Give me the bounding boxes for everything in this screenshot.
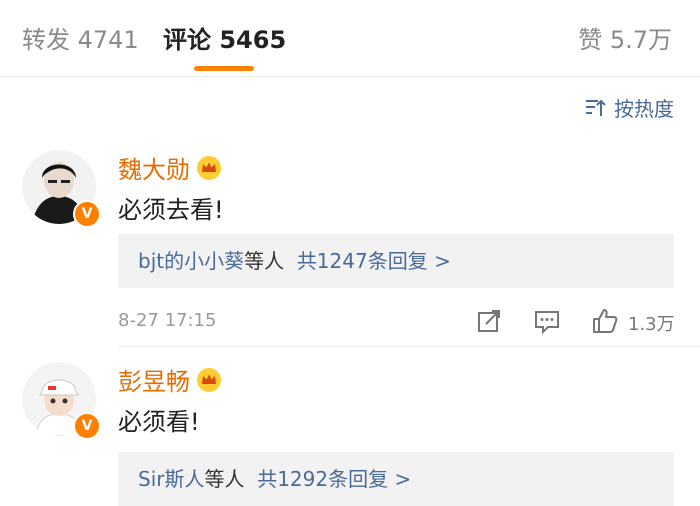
share-icon[interactable] [474, 306, 504, 336]
comment-time: 8-27 17:15 [118, 310, 217, 331]
verified-badge: V [73, 412, 101, 440]
reply-suffix: 等人 [204, 467, 245, 491]
verified-badge: V [73, 200, 101, 228]
replies-summary[interactable]: bjt的小小葵等人 共1247条回复 > [138, 234, 451, 288]
sort-icon [586, 99, 606, 116]
sort-by-hot-button[interactable]: 按热度 [584, 93, 674, 122]
sort-label: 按热度 [614, 97, 674, 121]
active-tab-indicator [194, 66, 254, 71]
reply-count-link[interactable]: 共1292条回复 > [257, 467, 411, 491]
verified-symbol: V [81, 206, 93, 222]
tab-likes[interactable]: 赞 5.7万 [578, 24, 672, 56]
author-name[interactable]: 魏大勋 [118, 150, 190, 185]
crown-icon [197, 367, 221, 392]
replies-summary[interactable]: Sir斯人等人 共1292条回复 > [138, 452, 411, 506]
comment-text: 必须去看! [118, 196, 224, 224]
replies-preview[interactable]: bjt的小小葵等人 共1247条回复 > [118, 234, 674, 288]
author-name[interactable]: 彭昱畅 [118, 362, 190, 397]
reply-suffix: 等人 [244, 249, 285, 273]
like-count: 1.3万 [628, 314, 675, 335]
comment-meta: 8-27 17:15 1.3万 [0, 304, 700, 344]
reply-users[interactable]: bjt的小小葵 [138, 249, 244, 273]
comment-divider [118, 346, 700, 347]
reply-users[interactable]: Sir斯人 [138, 467, 204, 491]
crown-icon [197, 155, 221, 180]
comment-text: 必须看! [118, 408, 200, 436]
comment-author[interactable]: 魏大勋 [118, 150, 222, 185]
tab-repost[interactable]: 转发 4741 [22, 24, 139, 56]
comment-icon[interactable] [532, 306, 562, 336]
like-icon[interactable] [590, 306, 620, 336]
tab-comments[interactable]: 评论 5465 [163, 24, 286, 56]
verified-symbol: V [81, 418, 93, 434]
comment-tabs: 转发 4741 评论 5465 赞 5.7万 [0, 0, 700, 77]
replies-preview[interactable]: Sir斯人等人 共1292条回复 > [118, 452, 674, 506]
comment-author[interactable]: 彭昱畅 [118, 362, 222, 397]
reply-count-link[interactable]: 共1247条回复 > [297, 249, 451, 273]
